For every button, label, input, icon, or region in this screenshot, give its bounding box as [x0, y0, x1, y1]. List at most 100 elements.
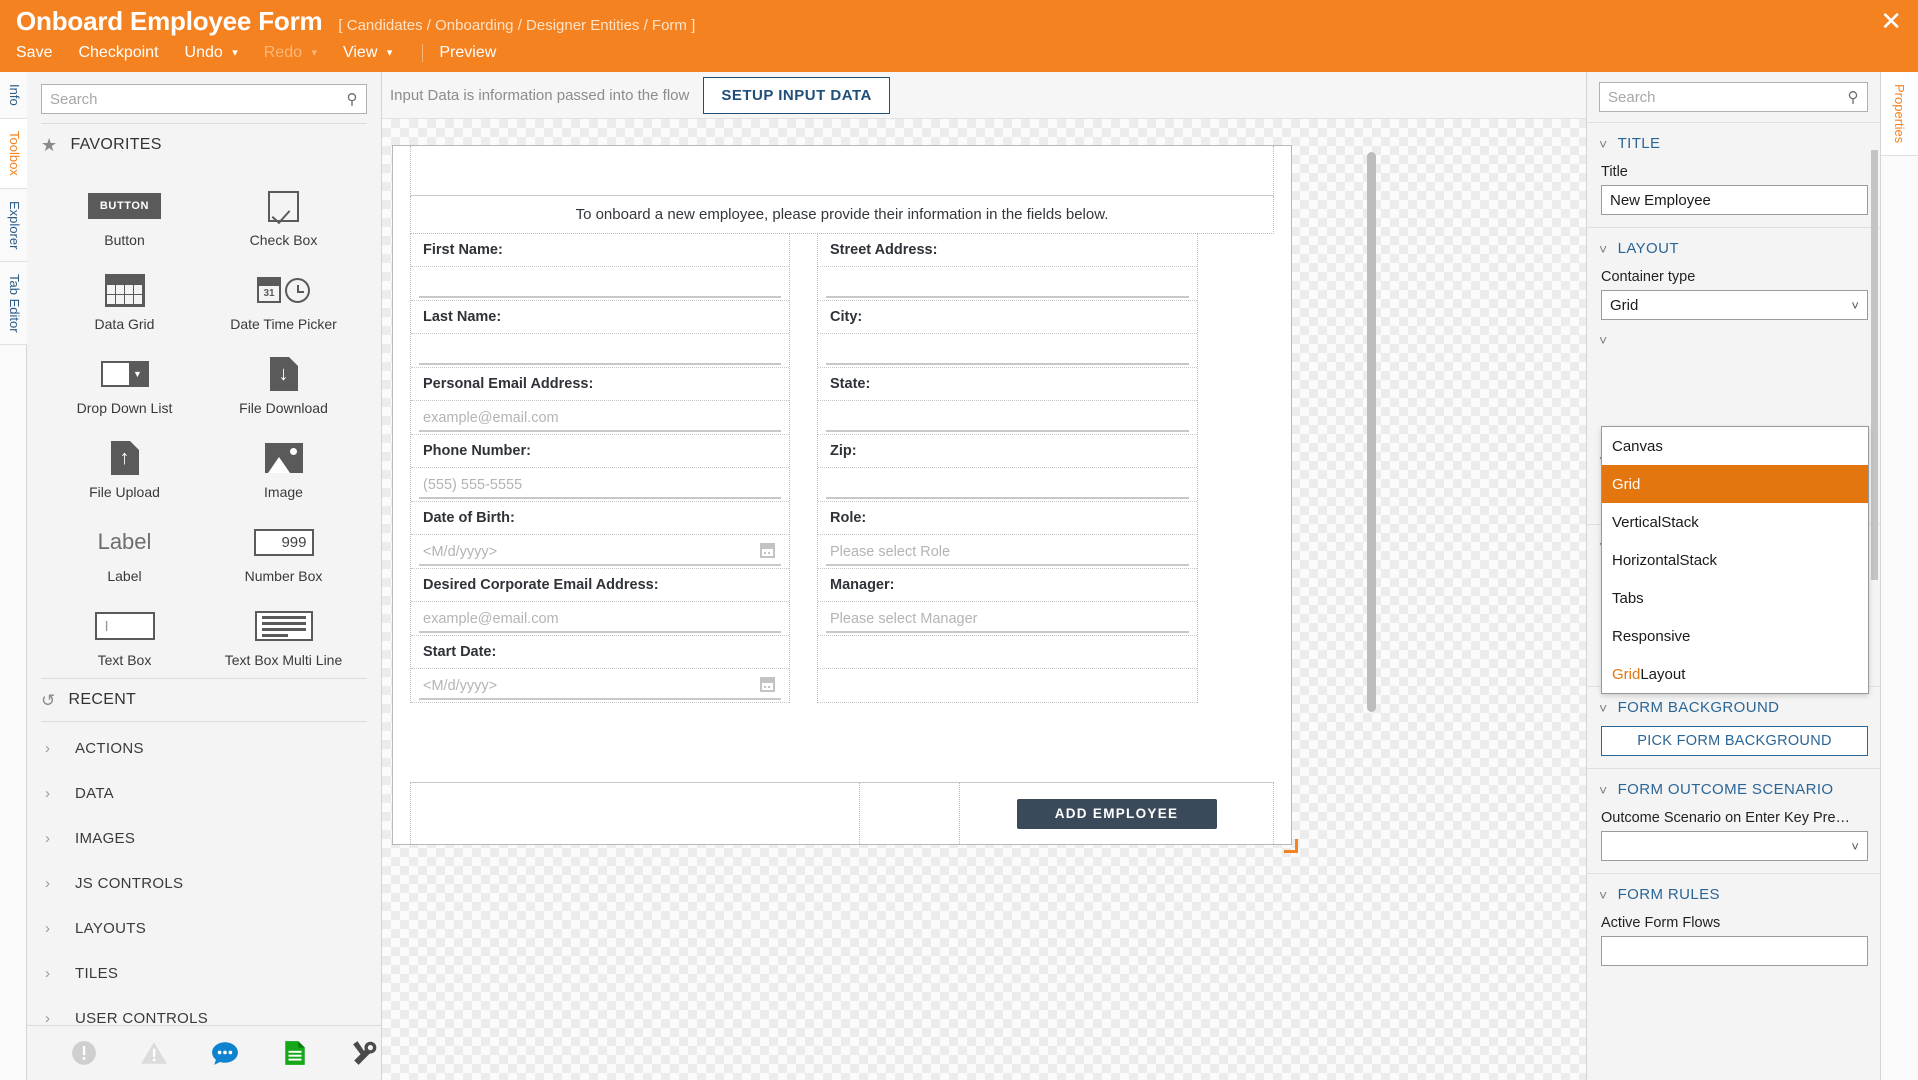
properties-panel: ⚲ ˅ TITLE Title New Employee ˅ LAYOUT Co…	[1586, 72, 1880, 1080]
toolbox-item-check-box[interactable]: Check Box	[204, 170, 363, 248]
toolbox-category-data[interactable]: › DATA	[27, 771, 381, 816]
form-intro-text: To onboard a new employee, please provid…	[410, 196, 1274, 234]
errors-icon[interactable]	[71, 1040, 97, 1066]
sidebar-tab-info[interactable]: Info	[0, 72, 27, 119]
menu-view[interactable]: View ▾	[343, 42, 408, 64]
calendar-icon[interactable]	[760, 677, 775, 692]
search-input[interactable]	[42, 85, 338, 113]
container-type-select[interactable]: Grid ˅	[1601, 290, 1868, 320]
warnings-icon[interactable]	[140, 1040, 168, 1066]
category-label: LAYOUTS	[75, 920, 147, 937]
menu-undo[interactable]: Undo ▾	[185, 42, 254, 64]
date-of-birth-input[interactable]: <M/d/yyyy>	[411, 535, 789, 569]
close-icon[interactable]: ✕	[1880, 8, 1902, 34]
toolbox-item-text-box[interactable]: I Text Box	[45, 590, 204, 668]
toolbox-category-actions[interactable]: › ACTIONS	[27, 726, 381, 771]
toolbox-item-file-download[interactable]: ↓ File Download	[204, 338, 363, 416]
dropdown-option-rest: Layout	[1640, 665, 1686, 683]
toolbox-categories: › ACTIONS › DATA › IMAGES › JS CONTROLS …	[27, 726, 381, 1041]
toolbox-category-layouts[interactable]: › LAYOUTS	[27, 906, 381, 951]
toolbox-item-label-control[interactable]: Label Label	[45, 506, 204, 584]
recent-section-header[interactable]: ↺ RECENT	[27, 679, 381, 721]
outcome-scenario-select[interactable]: ˅	[1601, 831, 1868, 861]
dropdown-option-gridlayout[interactable]: Grid Layout	[1602, 655, 1868, 693]
properties-search[interactable]: ⚲	[1599, 82, 1868, 112]
menu-checkpoint[interactable]: Checkpoint	[78, 42, 174, 64]
menu-preview[interactable]: Preview	[439, 42, 512, 64]
menu-redo[interactable]: Redo ▾	[264, 42, 333, 64]
state-input[interactable]	[818, 401, 1197, 435]
city-input[interactable]	[818, 334, 1197, 368]
section-title-header[interactable]: ˅ TITLE	[1587, 133, 1880, 158]
dropdown-option-grid[interactable]: Grid	[1602, 465, 1868, 503]
field-label: Desired Corporate Email Address:	[411, 569, 789, 602]
street-address-input[interactable]	[818, 267, 1197, 301]
section-form-rules-header[interactable]: ˅ FORM RULES	[1587, 884, 1880, 909]
dropdown-option-responsive[interactable]: Responsive	[1602, 617, 1868, 655]
search-icon[interactable]: ⚲	[338, 90, 366, 108]
pick-form-background-button[interactable]: PICK FORM BACKGROUND	[1601, 726, 1868, 756]
dropdown-option-horizontalstack[interactable]: HorizontalStack	[1602, 541, 1868, 579]
sidebar-tab-toolbox[interactable]: Toolbox	[0, 118, 27, 189]
outcome-scenario-label: Outcome Scenario on Enter Key Pre…	[1601, 810, 1851, 826]
first-name-input[interactable]	[411, 267, 789, 301]
sidebar-tab-explorer[interactable]: Explorer	[0, 188, 27, 262]
favorites-section-header[interactable]: ★ FAVORITES	[27, 124, 381, 166]
toolbox-item-label: Text Box	[97, 652, 152, 668]
field-label: Last Name:	[411, 301, 789, 334]
canvas-vertical-scrollbar[interactable]	[1367, 152, 1376, 712]
toolbox-item-number-box[interactable]: 999 Number Box	[204, 506, 363, 584]
toolbox-item-text-box-multi-line[interactable]: Text Box Multi Line	[204, 590, 363, 668]
toolbox-category-images[interactable]: › IMAGES	[27, 816, 381, 861]
active-form-flows-input[interactable]	[1601, 936, 1868, 966]
form-canvas[interactable]: To onboard a new employee, please provid…	[382, 119, 1586, 1080]
last-name-input[interactable]	[411, 334, 789, 368]
calendar-icon[interactable]	[760, 543, 775, 558]
section-form-background-header[interactable]: ˅ FORM BACKGROUND	[1587, 697, 1880, 722]
page-title: Onboard Employee Form	[16, 6, 323, 36]
document-icon[interactable]	[282, 1040, 308, 1066]
container-type-dropdown[interactable]: Canvas Grid VerticalStack HorizontalStac…	[1601, 426, 1869, 694]
sidebar-tab-properties[interactable]: Properties	[1881, 72, 1918, 157]
toolbox-category-js-controls[interactable]: › JS CONTROLS	[27, 861, 381, 906]
toolbox-item-data-grid[interactable]: Data Grid	[45, 254, 204, 332]
zip-input[interactable]	[818, 468, 1197, 502]
dropdown-option-canvas[interactable]: Canvas	[1602, 427, 1868, 465]
add-employee-button[interactable]: ADD EMPLOYEE	[1016, 798, 1217, 829]
calendar-day-text: 31	[263, 288, 275, 299]
field-corporate-email: Desired Corporate Email Address: example…	[411, 569, 789, 636]
chat-icon[interactable]	[211, 1040, 239, 1066]
role-select[interactable]: Please select Role	[818, 535, 1197, 569]
star-icon: ★	[41, 135, 58, 155]
toolbox-item-button[interactable]: BUTTON Button	[45, 170, 204, 248]
dropdown-option-verticalstack[interactable]: VerticalStack	[1602, 503, 1868, 541]
search-icon[interactable]: ⚲	[1839, 88, 1867, 106]
setup-input-data-button[interactable]: SETUP INPUT DATA	[703, 76, 890, 114]
phone-number-input[interactable]: (555) 555-5555	[411, 468, 789, 502]
toolbox-item-date-time-picker[interactable]: 31 Date Time Picker	[204, 254, 363, 332]
properties-search-input[interactable]	[1600, 83, 1839, 111]
personal-email-input[interactable]: example@email.com	[411, 401, 789, 435]
toolbox-item-image[interactable]: Image	[204, 422, 363, 500]
tools-icon[interactable]	[351, 1040, 379, 1066]
section-form-outcome-header[interactable]: ˅ FORM OUTCOME SCENARIO	[1587, 779, 1880, 804]
corporate-email-input[interactable]: example@email.com	[411, 602, 789, 636]
form-surface[interactable]: To onboard a new employee, please provid…	[392, 145, 1298, 853]
toolbox-item-drop-down-list[interactable]: ▼ Drop Down List	[45, 338, 204, 416]
toolbox-category-tiles[interactable]: › TILES	[27, 951, 381, 996]
toolbox-item-file-upload[interactable]: ↑ File Upload	[45, 422, 204, 500]
resize-handle[interactable]	[1284, 839, 1298, 853]
title-field-wrap: New Employee	[1587, 185, 1880, 215]
section-layout-header[interactable]: ˅ LAYOUT	[1587, 238, 1880, 263]
start-date-input[interactable]: <M/d/yyyy>	[411, 669, 789, 703]
footer-cell-middle	[860, 783, 960, 844]
toolbox-search[interactable]: ⚲	[41, 84, 367, 114]
chevron-down-icon: ▾	[386, 47, 393, 59]
collapsed-section-chevron[interactable]: ˅	[1587, 332, 1880, 348]
manager-select[interactable]: Please select Manager	[818, 602, 1197, 636]
menu-save[interactable]: Save	[16, 42, 68, 64]
title-input[interactable]: New Employee	[1601, 185, 1868, 215]
sidebar-tab-tab-editor[interactable]: Tab Editor	[0, 261, 27, 346]
properties-vertical-scrollbar[interactable]	[1871, 150, 1878, 580]
dropdown-option-tabs[interactable]: Tabs	[1602, 579, 1868, 617]
